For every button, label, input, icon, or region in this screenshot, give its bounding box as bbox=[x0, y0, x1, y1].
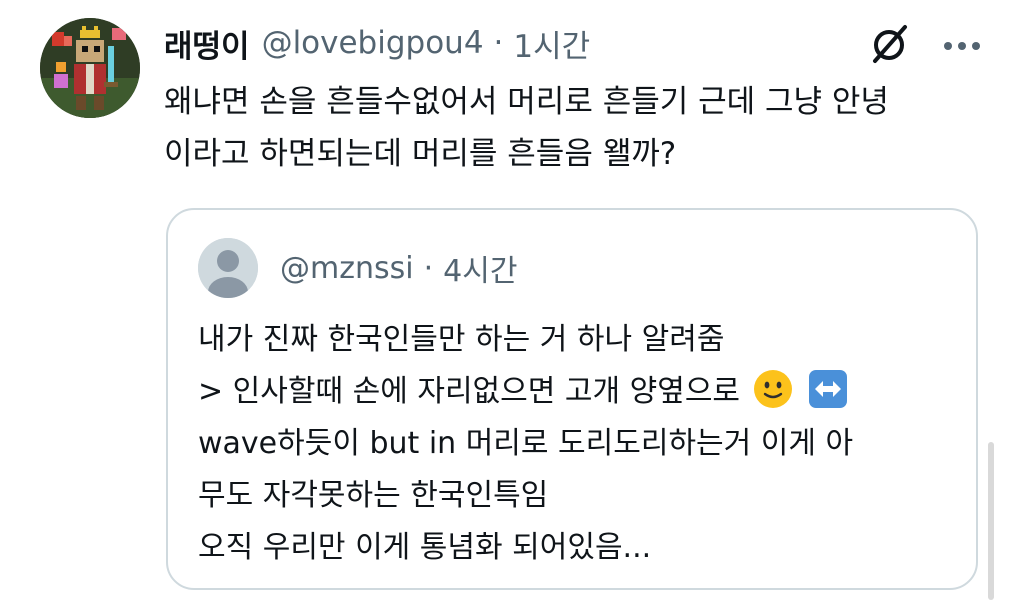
post-header: 래떵이 @lovebigpou4 · 1시간 bbox=[164, 20, 590, 66]
default-profile-icon bbox=[198, 238, 258, 298]
quoted-post-header: @mznssi · 4시간 bbox=[280, 246, 517, 290]
separator-dot: · bbox=[493, 25, 504, 61]
author-avatar[interactable] bbox=[40, 18, 140, 118]
quoted-author-handle[interactable]: @mznssi bbox=[280, 251, 414, 286]
more-horizontal-icon[interactable] bbox=[938, 26, 986, 66]
post-text-line: 이라고 하면되는데 머리를 흔들음 왤까? bbox=[164, 136, 677, 172]
quoted-author-avatar[interactable] bbox=[198, 238, 258, 298]
scrollbar[interactable] bbox=[988, 442, 994, 600]
slightly-smiling-face-icon bbox=[753, 370, 792, 408]
author-handle[interactable]: @lovebigpou4 bbox=[262, 25, 484, 61]
quoted-post-time[interactable]: 4시간 bbox=[443, 246, 517, 290]
quoted-text-line: > 인사할때 손에 자리없으면 고개 양옆으로 bbox=[198, 366, 958, 418]
post-text: 왜냐면 손을 흔들수없어서 머리로 흔들기 근데 그냥 안녕 이라고 하면되는데… bbox=[164, 76, 984, 180]
quoted-post-text: 내가 진짜 한국인들만 하는 거 하나 알려줌 > 인사할때 손에 자리없으면 … bbox=[198, 314, 958, 574]
separator-dot: · bbox=[423, 250, 434, 286]
slashed-circle-icon[interactable] bbox=[866, 22, 912, 68]
left-right-arrow-icon bbox=[809, 370, 848, 408]
author-name[interactable]: 래떵이 bbox=[164, 21, 250, 66]
post-time[interactable]: 1시간 bbox=[513, 21, 590, 66]
quoted-text-line: 오직 우리만 이게 통념화 되어있음... bbox=[198, 530, 652, 565]
quoted-text-line: wave하듯이 but in 머리로 도리도리하는거 이게 아 bbox=[198, 426, 854, 461]
quoted-text-line: 무도 자각못하는 한국인특임 bbox=[198, 478, 549, 513]
post-text-line: 왜냐면 손을 흔들수없어서 머리로 흔들기 근데 그냥 안녕 bbox=[164, 84, 889, 120]
quoted-post[interactable]: @mznssi · 4시간 내가 진짜 한국인들만 하는 거 하나 알려줌 > … bbox=[166, 208, 978, 590]
quoted-text-line-text: > 인사할때 손에 자리없으면 고개 양옆으로 bbox=[198, 374, 741, 409]
quoted-text-line: 내가 진짜 한국인들만 하는 거 하나 알려줌 bbox=[198, 322, 725, 357]
pixel-character-icon bbox=[40, 18, 140, 118]
